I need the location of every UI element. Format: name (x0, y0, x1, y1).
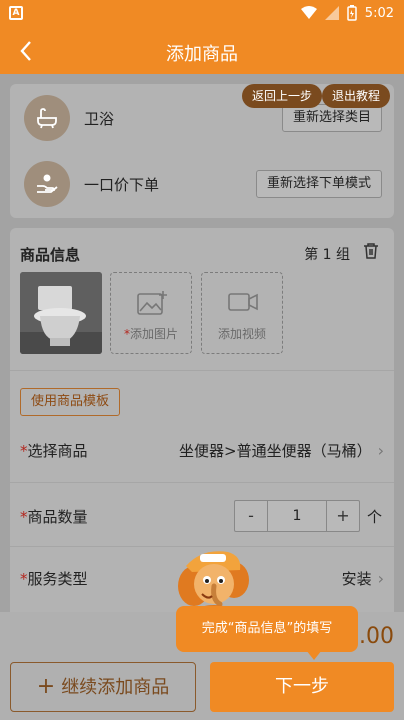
reselect-category-button[interactable]: 重新选择类目 (281, 104, 382, 132)
exit-tutorial-button[interactable]: 退出教程 (322, 84, 391, 108)
plus-icon: + (36, 674, 56, 699)
order-mode-label: 一口价下单 (84, 176, 160, 194)
add-image-label: 添加图片 (129, 327, 178, 341)
delete-group-button[interactable] (362, 242, 380, 264)
service-type-value: 安装 (341, 570, 372, 588)
divider (10, 482, 394, 483)
required-mark: * (20, 570, 28, 588)
back-step-button[interactable]: 返回上一步 (242, 84, 323, 108)
use-template-button[interactable]: 使用商品模板 (20, 388, 121, 416)
service-type-field[interactable]: 安装 › (342, 568, 384, 589)
continue-add-label: 继续添加商品 (61, 677, 170, 698)
category-label: 卫浴 (84, 110, 115, 128)
service-type-label: *服务类型 (20, 570, 88, 588)
tutorial-tooltip: 完成“商品信息”的填写 (176, 606, 358, 652)
status-bar: A 5:02 (0, 0, 404, 28)
continue-add-product-button[interactable]: + 继续添加商品 (10, 662, 196, 712)
divider (10, 370, 394, 371)
category-icon-circle (24, 95, 70, 141)
product-thumbnail[interactable] (20, 272, 102, 354)
select-product-field[interactable]: 坐便器>普通坐便器（马桶） › (179, 440, 384, 461)
add-video-button[interactable]: 添加视频 (201, 272, 283, 354)
video-camera-icon (228, 293, 258, 311)
order-mode-icon-circle (24, 161, 70, 207)
select-product-label: *选择商品 (20, 442, 88, 460)
wifi-icon (300, 6, 317, 19)
image-add-icon (137, 291, 167, 315)
order-mode-row: 一口价下单 重新选择下单模式 (10, 154, 394, 214)
reselect-order-mode-button[interactable]: 重新选择下单模式 (255, 170, 382, 198)
quantity-unit: 个 (366, 508, 382, 526)
selected-product-value: 坐便器>普通坐便器（马桶） (179, 442, 372, 460)
clock: 5:02 (364, 5, 394, 21)
signal-icon (324, 6, 339, 20)
battery-icon (347, 5, 357, 21)
title-bar: 添加商品 (0, 28, 404, 74)
required-mark: * (20, 442, 28, 460)
trash-icon (364, 243, 378, 259)
chevron-right-icon: › (377, 569, 384, 588)
group-label: 第 1 组 (304, 247, 350, 263)
increase-quantity-button[interactable]: + (327, 501, 359, 531)
section-title: 商品信息 (20, 246, 81, 264)
required-mark: * (20, 508, 28, 526)
mascot-icon (172, 546, 252, 615)
system-tray: 5:02 (300, 5, 394, 21)
hand-user-icon (37, 174, 58, 193)
toilet-image (20, 272, 102, 354)
add-video-label: 添加视频 (217, 327, 266, 341)
quantity-label: *商品数量 (20, 508, 88, 526)
chevron-right-icon: › (377, 441, 384, 460)
tooltip-pointer (306, 650, 322, 660)
quantity-stepper: - 1 + (234, 500, 360, 532)
quantity-input[interactable]: 1 (267, 501, 327, 531)
bathtub-icon (37, 108, 57, 129)
next-step-button[interactable]: 下一步 (210, 662, 394, 712)
decrease-quantity-button[interactable]: - (235, 501, 267, 531)
add-image-button[interactable]: *添加图片 (110, 272, 192, 354)
app-notification-icon: A (9, 6, 23, 20)
page-title: 添加商品 (166, 44, 238, 65)
